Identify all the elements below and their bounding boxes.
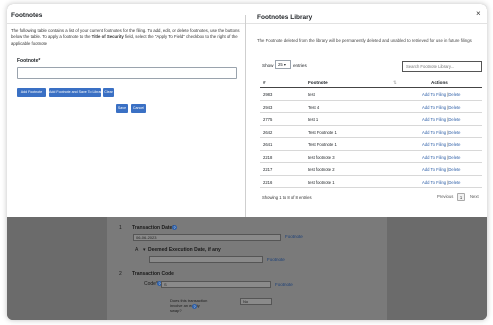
delete-link[interactable]: Delete bbox=[448, 117, 460, 122]
help-icon[interactable]: ? bbox=[192, 304, 197, 309]
add-to-filing-link[interactable]: Add To Filing bbox=[422, 130, 446, 135]
clear-button[interactable]: Clear bbox=[103, 88, 114, 97]
row-actions: Add To Filing |Delete bbox=[422, 155, 461, 160]
table-row: 2218 test footnote 3 Add To Filing |Delete bbox=[260, 151, 482, 163]
bg-code-label: Code* bbox=[144, 281, 158, 287]
save-button[interactable]: Save bbox=[116, 104, 128, 113]
page-size-select[interactable]: 25 ▾ bbox=[275, 60, 291, 69]
delete-link[interactable]: Delete bbox=[448, 105, 460, 110]
row-footnote: test footnote 1 bbox=[308, 179, 335, 185]
row-id: 2943 bbox=[263, 104, 273, 110]
bg-transaction-date-label: Transaction Date* bbox=[132, 225, 175, 231]
delete-link[interactable]: Delete bbox=[448, 142, 460, 147]
table-header: # Footnote ⇅ Actions bbox=[260, 77, 482, 88]
table-info: Showing 1 to 8 of 8 entries bbox=[262, 195, 312, 200]
row-actions: Add To Filing |Delete bbox=[422, 142, 461, 147]
cancel-button[interactable]: Cancel bbox=[131, 104, 146, 113]
bg-transaction-code-label: Transaction Code bbox=[132, 271, 174, 277]
bg-footnote-link-2[interactable]: Footnote bbox=[267, 257, 285, 262]
delete-link[interactable]: Delete bbox=[448, 155, 460, 160]
delete-link[interactable]: Delete bbox=[448, 180, 460, 185]
add-to-filing-link[interactable]: Add To Filing bbox=[422, 155, 446, 160]
bg-equity-swap-select[interactable]: No bbox=[240, 298, 272, 305]
footnote-input[interactable] bbox=[17, 67, 237, 79]
row-id: 2218 bbox=[263, 154, 273, 160]
row-id: 2216 bbox=[263, 179, 273, 185]
close-icon[interactable]: × bbox=[476, 9, 481, 18]
row-actions: Add To Filing |Delete bbox=[422, 167, 461, 172]
modal-title: Footnotes bbox=[11, 12, 43, 19]
footnotes-modal: Footnotes × The following table contains… bbox=[7, 4, 487, 217]
add-to-filing-link[interactable]: Add To Filing bbox=[422, 142, 446, 147]
pane-divider bbox=[245, 15, 246, 217]
table-row: 2775 test 1 Add To Filing |Delete bbox=[260, 113, 482, 126]
delete-link[interactable]: Delete bbox=[448, 130, 460, 135]
table-row: 2983 test Add To Filing |Delete bbox=[260, 88, 482, 101]
show-label: Show bbox=[262, 63, 274, 68]
add-to-filing-link[interactable]: Add To Filing bbox=[422, 92, 446, 97]
row-id: 2217 bbox=[263, 167, 273, 172]
bg-collapse-icon[interactable]: ▾ bbox=[143, 247, 146, 253]
sort-icon[interactable]: ⇅ bbox=[393, 80, 397, 86]
page-1-button[interactable]: 1 bbox=[457, 193, 465, 201]
table-row: 2217 test footnote 2 Add To Filing |Delete bbox=[260, 163, 482, 176]
bg-footnote-link-3[interactable]: Footnote bbox=[275, 282, 293, 287]
app-window: 1 Transaction Date* ? 06-06-2023 Footnot… bbox=[7, 4, 487, 320]
row-id: 2642 bbox=[263, 129, 273, 135]
row-id: 2983 bbox=[263, 92, 273, 97]
column-header-footnote[interactable]: Footnote bbox=[308, 80, 328, 85]
row-actions: Add To Filing |Delete bbox=[422, 180, 461, 185]
intro-text: The following table contains a list of y… bbox=[11, 28, 240, 46]
row-footnote: test 1 bbox=[308, 117, 319, 122]
chevron-down-icon: ▾ bbox=[283, 62, 286, 67]
help-icon[interactable]: ? bbox=[172, 225, 177, 230]
row-footnote: test bbox=[308, 92, 315, 97]
previous-page-button[interactable]: Previous bbox=[437, 193, 453, 201]
bg-deemed-label: Deemed Execution Date, if any bbox=[148, 247, 221, 253]
bg-row-number: 1 bbox=[119, 225, 122, 231]
table-row: 2641 Test Footnote 1 Add To Filing |Delete bbox=[260, 138, 482, 151]
bg-footnote-link-1[interactable]: Footnote bbox=[285, 234, 303, 239]
bg-row-letter: A bbox=[135, 247, 139, 253]
row-id: 2775 bbox=[263, 117, 273, 122]
table-row: 2943 Test 4 Add To Filing |Delete bbox=[260, 101, 482, 113]
delete-link[interactable]: Delete bbox=[448, 92, 460, 97]
library-table: # Footnote ⇅ Actions 2983 test Add To Fili… bbox=[260, 77, 482, 188]
row-footnote: Test Footnote 1 bbox=[308, 142, 337, 147]
row-footnote: Test Footnote 1 bbox=[308, 129, 337, 135]
header-divider bbox=[7, 23, 487, 24]
row-actions: Add To Filing |Delete bbox=[422, 130, 461, 135]
row-actions: Add To Filing |Delete bbox=[422, 117, 461, 122]
table-row: 2216 test footnote 1 Add To Filing |Delete bbox=[260, 176, 482, 188]
column-header-number[interactable]: # bbox=[263, 80, 266, 85]
add-footnote-save-library-button[interactable]: Add Footnote and Save To Library bbox=[49, 88, 103, 97]
row-id: 2641 bbox=[263, 142, 273, 147]
library-title: Footnotes Library bbox=[257, 14, 313, 21]
entries-label: entries bbox=[293, 63, 307, 68]
bg-row-number-2: 2 bbox=[119, 271, 122, 277]
row-footnote: Test 4 bbox=[308, 104, 320, 110]
table-row: 2642 Test Footnote 1 Add To Filing |Delete bbox=[260, 126, 482, 138]
row-footnote: test footnote 2 bbox=[308, 167, 335, 172]
page: 1 Transaction Date* ? 06-06-2023 Footnot… bbox=[0, 0, 493, 325]
add-to-filing-link[interactable]: Add To Filing bbox=[422, 117, 446, 122]
delete-link[interactable]: Delete bbox=[448, 167, 460, 172]
add-to-filing-link[interactable]: Add To Filing bbox=[422, 167, 446, 172]
bg-deemed-input[interactable] bbox=[149, 256, 263, 263]
bg-code-select[interactable]: S bbox=[161, 281, 271, 288]
row-footnote: test footnote 3 bbox=[308, 154, 335, 160]
next-page-button[interactable]: Next bbox=[470, 193, 479, 201]
add-footnote-button[interactable]: Add Footnote bbox=[17, 88, 46, 97]
table-body: 2983 test Add To Filing |Delete 2943 Test 4 A… bbox=[260, 88, 482, 188]
column-header-actions: Actions bbox=[431, 80, 448, 85]
row-actions: Add To Filing |Delete bbox=[422, 105, 461, 110]
add-to-filing-link[interactable]: Add To Filing bbox=[422, 105, 446, 110]
add-to-filing-link[interactable]: Add To Filing bbox=[422, 180, 446, 185]
library-search-input[interactable] bbox=[402, 61, 482, 72]
bg-equity-swap-question: Does this transaction involve an equity … bbox=[170, 298, 208, 313]
library-note: The Footnote deleted from the library wi… bbox=[257, 38, 472, 43]
bg-transaction-date-input[interactable]: 06-06-2023 bbox=[133, 234, 281, 241]
footnote-field-label: Footnote* bbox=[17, 58, 41, 64]
row-actions: Add To Filing |Delete bbox=[422, 92, 461, 97]
